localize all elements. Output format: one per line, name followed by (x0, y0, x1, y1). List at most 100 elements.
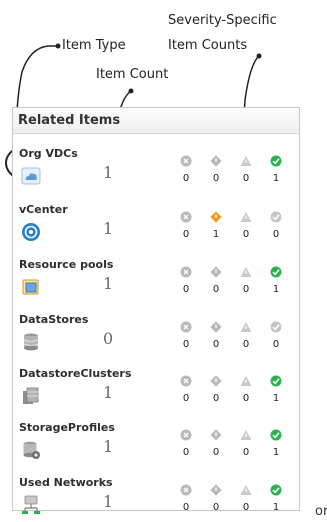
sev-col-error[interactable]: 1 (209, 211, 223, 240)
ok-gray-icon (270, 321, 282, 333)
item-count[interactable]: 1 (103, 437, 113, 456)
sev-col-error[interactable]: 0 (209, 155, 223, 184)
ok-icon (270, 375, 282, 387)
network-icon (22, 495, 40, 514)
list-item[interactable]: DataStores 0 0 0 0 0 (13, 310, 299, 362)
critical-count: 0 (182, 393, 190, 404)
ok-icon (270, 429, 282, 441)
sev-col-ok[interactable]: 1 (269, 484, 283, 513)
warning-count: 0 (242, 284, 250, 295)
datastore-icon (23, 333, 39, 351)
error-count: 0 (212, 339, 220, 350)
vcenter-icon (22, 223, 40, 241)
severity-annotation-line1: Severity-Specific (168, 13, 277, 28)
sev-col-error[interactable]: 0 (209, 375, 223, 404)
error-gray-icon (210, 429, 222, 441)
item-count[interactable]: 1 (103, 492, 113, 511)
datastore-cluster-icon (23, 387, 39, 404)
error-count: 0 (212, 447, 220, 458)
sev-col-warning[interactable]: 0 (239, 321, 253, 350)
ok-icon (270, 155, 282, 167)
sev-col-error[interactable]: 0 (209, 266, 223, 295)
sev-col-error[interactable]: 0 (209, 321, 223, 350)
critical-count: 0 (182, 173, 190, 184)
error-count: 0 (212, 284, 220, 295)
ok-gray-icon (270, 211, 282, 223)
cloud-icon (21, 167, 41, 185)
storage-profile-icon (23, 441, 40, 459)
row-title: Org VDCs (19, 147, 78, 160)
sev-col-critical[interactable]: 0 (179, 266, 193, 295)
ok-count: 1 (272, 393, 280, 404)
error-gray-icon (210, 155, 222, 167)
item-type-annotation: Item Type (62, 38, 126, 53)
sev-col-ok[interactable]: 0 (269, 321, 283, 350)
critical-gray-icon (180, 429, 192, 441)
ok-count: 1 (272, 284, 280, 295)
critical-gray-icon (180, 321, 192, 333)
sev-col-warning[interactable]: 0 (239, 155, 253, 184)
warning-gray-icon (240, 322, 252, 332)
warning-gray-icon (240, 156, 252, 166)
error-gray-icon (210, 321, 222, 333)
sev-col-ok[interactable]: 1 (269, 375, 283, 404)
error-count: 0 (212, 173, 220, 184)
item-count[interactable]: 1 (103, 383, 113, 402)
sev-col-ok[interactable]: 1 (269, 266, 283, 295)
ok-count: 1 (272, 502, 280, 513)
sev-col-error[interactable]: 0 (209, 484, 223, 513)
ok-icon (270, 266, 282, 278)
warning-count: 0 (242, 229, 250, 240)
resource-pool-icon (22, 279, 39, 295)
sev-col-critical[interactable]: 0 (179, 484, 193, 513)
list-item[interactable]: Resource pools 1 0 0 0 1 (13, 255, 299, 307)
warning-gray-icon (240, 376, 252, 386)
warning-gray-icon (240, 485, 252, 495)
sev-col-warning[interactable]: 0 (239, 375, 253, 404)
row-title: Resource pools (19, 258, 114, 271)
critical-gray-icon (180, 484, 192, 496)
ok-icon (270, 484, 282, 496)
related-items-panel: Related Items Org VDCs 1 0 0 0 1 vCenter… (12, 107, 300, 514)
critical-count: 0 (182, 447, 190, 458)
sev-col-critical[interactable]: 0 (179, 375, 193, 404)
sev-col-critical[interactable]: 0 (179, 211, 193, 240)
sev-col-critical[interactable]: 0 (179, 429, 193, 458)
error-count: 0 (212, 502, 220, 513)
critical-count: 0 (182, 502, 190, 513)
trailing-text: or (315, 504, 327, 519)
warning-gray-icon (240, 267, 252, 277)
sev-col-critical[interactable]: 0 (179, 321, 193, 350)
warning-count: 0 (242, 339, 250, 350)
item-count[interactable]: 0 (103, 329, 113, 348)
critical-gray-icon (180, 211, 192, 223)
sev-col-warning[interactable]: 0 (239, 429, 253, 458)
screenshot-page: Item Type Item Count Severity-Specific I… (0, 0, 327, 522)
sev-col-ok[interactable]: 0 (269, 211, 283, 240)
list-item[interactable]: StorageProfiles 1 0 0 0 1 (13, 418, 299, 470)
severity-leader-dot (256, 53, 262, 59)
sev-col-critical[interactable]: 0 (179, 155, 193, 184)
sev-col-ok[interactable]: 1 (269, 429, 283, 458)
sev-col-ok[interactable]: 1 (269, 155, 283, 184)
list-item[interactable]: vCenter 1 0 1 0 0 (13, 200, 299, 252)
item-count[interactable]: 1 (103, 163, 113, 182)
error-count: 1 (212, 229, 220, 240)
item-type-leader-dot (55, 43, 61, 49)
item-count[interactable]: 1 (103, 274, 113, 293)
row-title: DataStores (19, 313, 89, 326)
error-gray-icon (210, 484, 222, 496)
list-item[interactable]: Used Networks 1 0 0 0 1 (13, 473, 299, 522)
row-title: vCenter (19, 203, 68, 216)
sev-col-warning[interactable]: 0 (239, 266, 253, 295)
ok-count: 1 (272, 173, 280, 184)
list-item[interactable]: Org VDCs 1 0 0 0 1 (13, 144, 299, 196)
sev-col-warning[interactable]: 0 (239, 211, 253, 240)
list-item[interactable]: DatastoreClusters 1 0 0 0 1 (13, 364, 299, 416)
row-title: Used Networks (19, 476, 113, 489)
item-count[interactable]: 1 (103, 219, 113, 238)
sev-col-warning[interactable]: 0 (239, 484, 253, 513)
sev-col-error[interactable]: 0 (209, 429, 223, 458)
critical-count: 0 (182, 229, 190, 240)
critical-gray-icon (180, 375, 192, 387)
